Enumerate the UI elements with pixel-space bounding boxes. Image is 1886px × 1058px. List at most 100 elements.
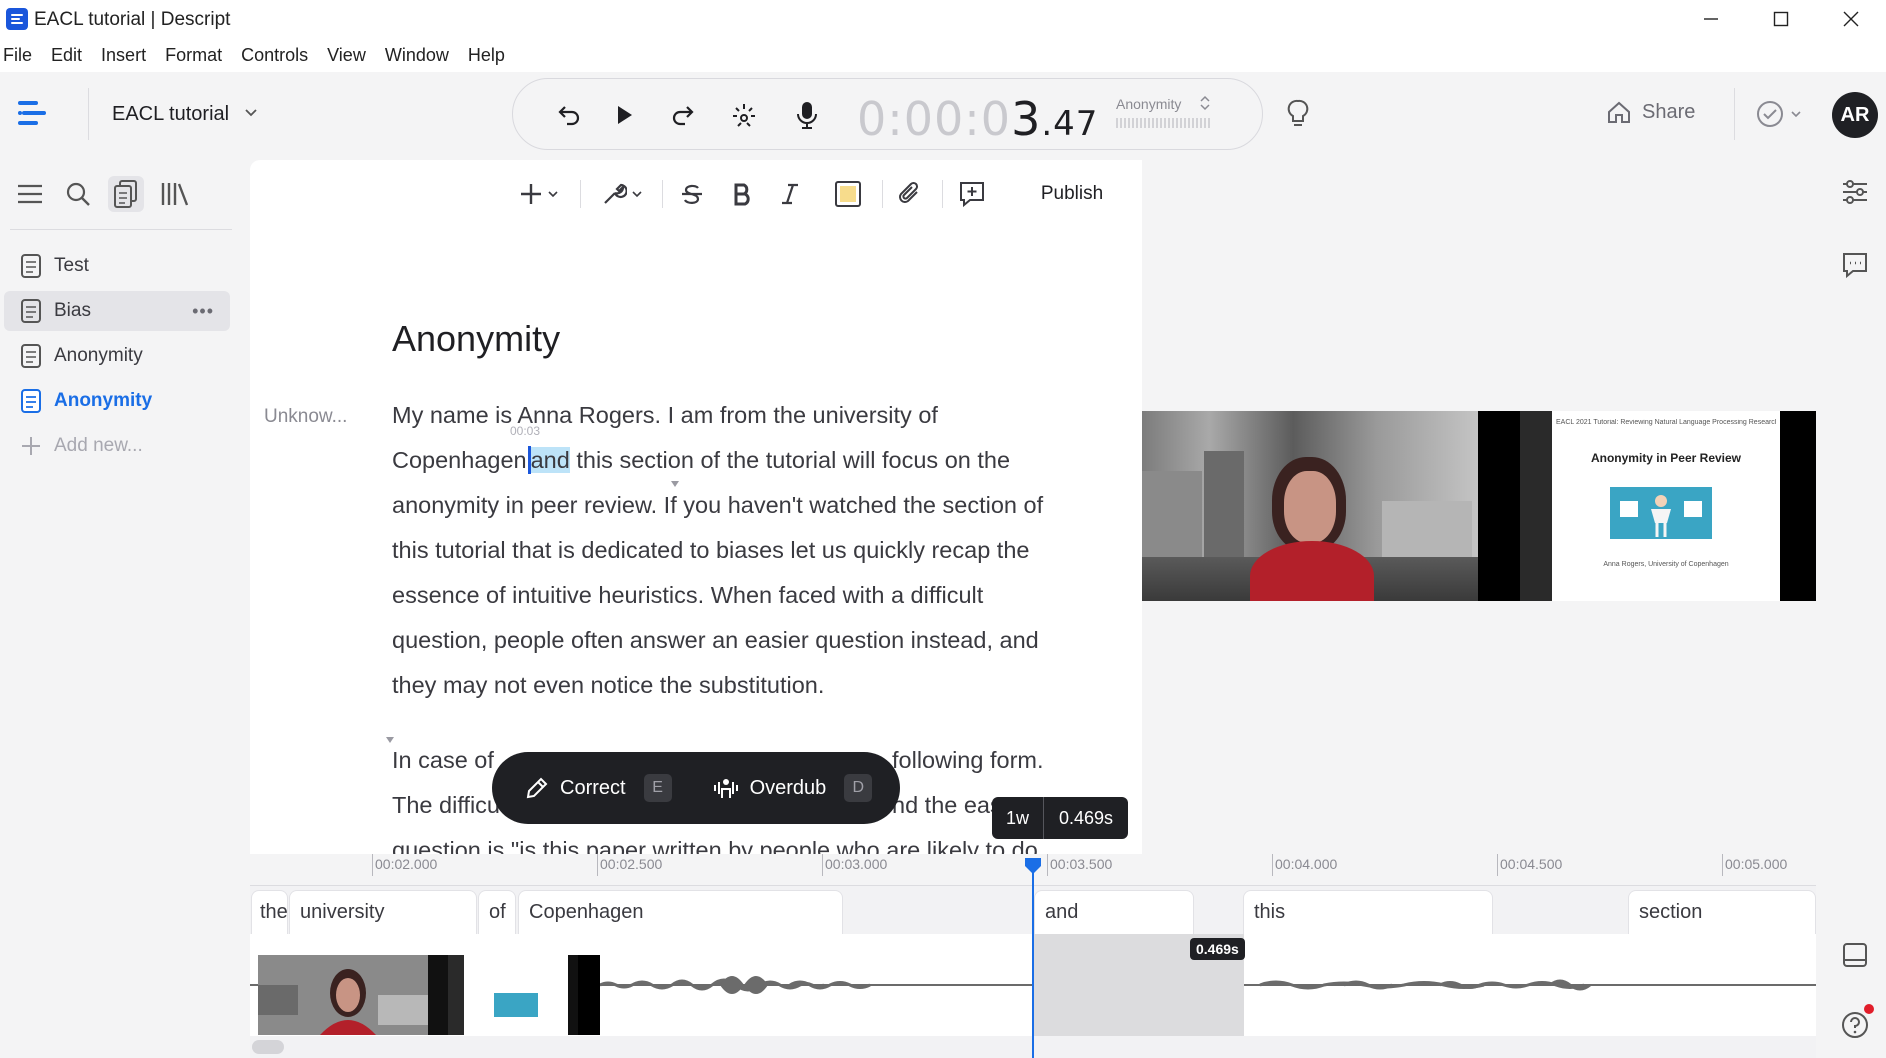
- menu-help[interactable]: Help: [468, 45, 505, 66]
- bold-button[interactable]: [724, 172, 760, 216]
- publish-button[interactable]: Publish: [1022, 172, 1122, 216]
- properties-button[interactable]: [1840, 177, 1870, 207]
- toolbar-divider: [882, 180, 883, 208]
- italic-button[interactable]: [772, 172, 808, 216]
- chevron-down-icon: [548, 191, 558, 198]
- word-chip[interactable]: this: [1243, 890, 1493, 934]
- user-avatar[interactable]: AR: [1832, 92, 1878, 138]
- bold-icon: [734, 183, 750, 206]
- ruler-tick-label: 00:02.000: [375, 856, 438, 872]
- chevron-down-icon[interactable]: [243, 104, 259, 125]
- close-icon: [1843, 11, 1859, 27]
- help-button[interactable]: [1840, 1010, 1870, 1040]
- rewind-button[interactable]: [553, 99, 585, 131]
- strikethrough-button[interactable]: [674, 172, 710, 216]
- shortcut-key: E: [643, 774, 672, 802]
- playhead-line[interactable]: [1032, 862, 1034, 1058]
- menu-format[interactable]: Format: [165, 45, 222, 66]
- ruler-tick: [822, 854, 823, 876]
- comments-button[interactable]: [1840, 250, 1870, 280]
- transcript-paragraph[interactable]: My name is Anna Rogers. I am from the un…: [392, 393, 1082, 708]
- word-chip[interactable]: Copenhagen: [518, 890, 843, 934]
- check-circle-icon: [1757, 101, 1783, 127]
- ruler-tick: [597, 854, 598, 876]
- word-chip[interactable]: section: [1628, 890, 1816, 934]
- link-button[interactable]: [892, 172, 928, 216]
- overdub-button[interactable]: Overdub: [712, 774, 826, 802]
- menu-edit[interactable]: Edit: [51, 45, 82, 66]
- search-button[interactable]: [60, 176, 96, 212]
- record-button[interactable]: [791, 99, 823, 131]
- menu-bar: File Edit Insert Format Controls View Wi…: [0, 38, 1886, 72]
- documents-tab[interactable]: [108, 176, 144, 212]
- library-tab[interactable]: [157, 176, 193, 212]
- playhead-handle[interactable]: [1023, 856, 1043, 881]
- highlight-button[interactable]: [830, 172, 866, 216]
- sidebar-item-bias[interactable]: Bias •••: [4, 291, 230, 331]
- share-label: Share: [1642, 100, 1696, 123]
- word-chip-selected[interactable]: and: [1034, 890, 1194, 934]
- video-preview[interactable]: EACL 2021 Tutorial: Reviewing Natural La…: [1142, 411, 1816, 601]
- menu-file[interactable]: File: [3, 45, 32, 66]
- ruler-tick: [1272, 854, 1273, 876]
- document-title[interactable]: Anonymity: [392, 318, 560, 360]
- descript-app-icon: [6, 8, 28, 30]
- ruler-tick-label: 00:05.000: [1725, 856, 1788, 872]
- timeline-scrollbar[interactable]: [252, 1040, 284, 1054]
- highlight-swatch-icon: [835, 181, 861, 207]
- add-comment-button[interactable]: [954, 172, 990, 216]
- menu-window[interactable]: Window: [385, 45, 449, 66]
- word-chip[interactable]: of: [478, 890, 516, 934]
- share-button[interactable]: Share: [1606, 100, 1695, 124]
- ruler-tick: [1722, 854, 1723, 876]
- waveform-person-icon: [713, 779, 738, 798]
- sidebar-item-test[interactable]: Test: [4, 246, 230, 286]
- comment-plus-icon: [960, 182, 984, 208]
- menu-view[interactable]: View: [327, 45, 366, 66]
- speaker-label[interactable]: Unknow...: [264, 406, 347, 428]
- close-window-button[interactable]: [1816, 0, 1886, 38]
- shortcut-key: D: [844, 774, 873, 802]
- forward-icon: [672, 106, 694, 126]
- menu-controls[interactable]: Controls: [241, 45, 308, 66]
- more-options-icon[interactable]: •••: [192, 301, 214, 322]
- tools-button[interactable]: [596, 172, 648, 216]
- word-chip[interactable]: the: [251, 890, 288, 934]
- ruler-tick-label: 00:04.000: [1275, 856, 1338, 872]
- toggle-timeline-button[interactable]: [1840, 940, 1870, 970]
- descript-logo-icon[interactable]: [18, 99, 48, 132]
- transcript-line: they may not even notice the substitutio…: [392, 672, 825, 698]
- document-icon: [20, 388, 42, 414]
- play-button[interactable]: [608, 99, 640, 131]
- sidebar-item-anonymity[interactable]: Anonymity: [4, 336, 230, 376]
- window-title: EACL tutorial | Descript: [34, 9, 231, 30]
- comment-icon: [1843, 253, 1867, 279]
- scene-selector[interactable]: Anonymity: [1116, 96, 1181, 112]
- menu-toggle-button[interactable]: [12, 176, 48, 212]
- studio-sound-button[interactable]: [728, 99, 760, 131]
- word-chip[interactable]: university: [289, 890, 477, 934]
- toolbar-divider: [1734, 88, 1735, 140]
- audio-level-meter: [1116, 118, 1212, 128]
- play-icon: [618, 106, 632, 124]
- menu-insert[interactable]: Insert: [101, 45, 146, 66]
- insert-button[interactable]: [514, 172, 564, 216]
- ruler-tick-label: 00:03.000: [825, 856, 888, 872]
- microphone-icon: [797, 102, 817, 129]
- sidebar-item-anonymity-active[interactable]: Anonymity: [4, 381, 230, 421]
- bulb-icon[interactable]: [1313, 83, 1345, 115]
- italic-icon: [782, 183, 798, 205]
- lightbulb-icon[interactable]: [1286, 98, 1310, 135]
- notification-dot: [1864, 1004, 1874, 1014]
- forward-button[interactable]: [667, 99, 699, 131]
- selected-word[interactable]: and: [530, 447, 570, 473]
- project-title[interactable]: EACL tutorial: [112, 103, 229, 126]
- toolbar-divider: [942, 180, 943, 208]
- add-new-document-button[interactable]: Add new...: [4, 426, 230, 466]
- ruler-tick-label: 00:03.500: [1050, 856, 1113, 872]
- maximize-button[interactable]: [1746, 0, 1816, 38]
- review-status-button[interactable]: [1756, 100, 1802, 128]
- correct-button[interactable]: Correct: [524, 775, 626, 801]
- minimize-button[interactable]: [1676, 0, 1746, 38]
- updown-arrows-icon[interactable]: [1199, 94, 1211, 117]
